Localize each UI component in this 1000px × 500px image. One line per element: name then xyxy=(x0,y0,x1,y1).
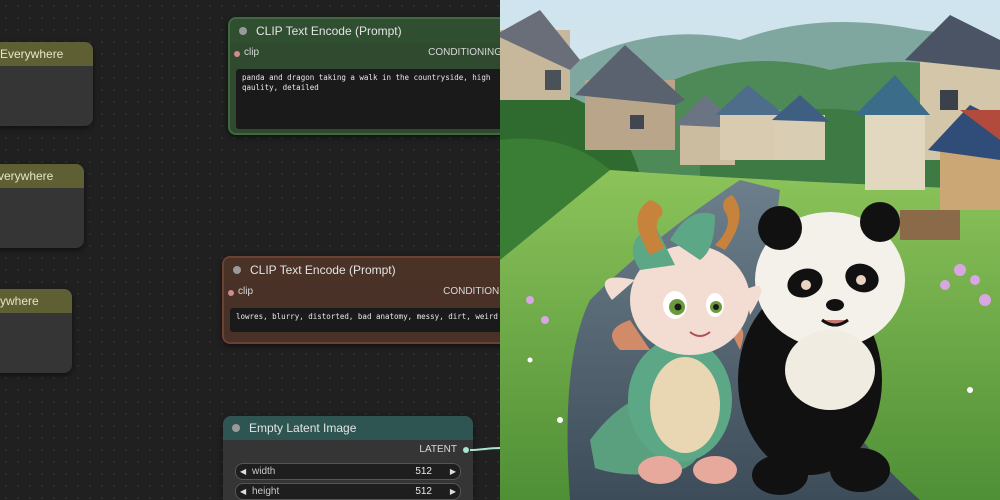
node-title: verywhere xyxy=(0,164,84,188)
node-title: Empty Latent Image xyxy=(249,421,357,435)
prompt-textarea[interactable]: panda and dragon taking a walk in the co… xyxy=(236,69,500,129)
conditioning-output-slot[interactable]: CONDITIONING xyxy=(428,47,500,58)
decrement-arrow-icon[interactable]: ◀ xyxy=(240,464,246,479)
node-title-bar[interactable]: CLIP Text Encode (Prompt) xyxy=(224,258,500,282)
node-graph-canvas[interactable]: Everywhere verywhere ywhere CLIP Text En… xyxy=(0,0,500,500)
widget-value[interactable]: 512 xyxy=(415,464,432,479)
latent-output-dot[interactable] xyxy=(463,447,469,453)
slot-row: LATENT xyxy=(223,440,473,460)
clip-input-slot[interactable]: clip xyxy=(227,286,253,297)
increment-arrow-icon[interactable]: ▶ xyxy=(450,484,456,499)
widget-value[interactable]: 512 xyxy=(415,484,432,499)
conditioning-output-slot[interactable]: CONDITIONI xyxy=(443,286,500,297)
clip-text-encode-positive-node[interactable]: CLIP Text Encode (Prompt) clip CONDITION… xyxy=(228,17,500,135)
node-title: CLIP Text Encode (Prompt) xyxy=(250,263,396,277)
collapse-dot-icon[interactable] xyxy=(232,424,240,432)
height-widget[interactable]: ◀ height 512 ▶ xyxy=(235,483,461,500)
latent-output-slot[interactable]: LATENT xyxy=(419,444,457,455)
collapse-dot-icon[interactable] xyxy=(233,266,241,274)
anything-everywhere-node-1[interactable]: Everywhere xyxy=(0,42,93,126)
prompt-textarea[interactable]: lowres, blurry, distorted, bad anatomy, … xyxy=(230,308,500,332)
node-title: CLIP Text Encode (Prompt) xyxy=(256,24,402,38)
node-title: Everywhere xyxy=(0,42,93,66)
slot-row: clip CONDITIONI xyxy=(224,282,500,302)
clip-input-slot[interactable]: clip xyxy=(233,47,259,58)
node-title-bar[interactable]: CLIP Text Encode (Prompt) xyxy=(230,19,500,43)
generated-image-preview xyxy=(500,0,1000,500)
widget-name: width xyxy=(252,466,276,477)
slot-row: clip CONDITIONING xyxy=(230,43,500,63)
decrement-arrow-icon[interactable]: ◀ xyxy=(240,484,246,499)
anything-everywhere-node-3[interactable]: ywhere xyxy=(0,289,72,373)
node-title: ywhere xyxy=(0,289,72,313)
clip-text-encode-negative-node[interactable]: CLIP Text Encode (Prompt) clip CONDITION… xyxy=(222,256,500,344)
latent-link-wire[interactable] xyxy=(470,440,500,460)
panda-dragon-illustration xyxy=(500,0,1000,500)
collapse-dot-icon[interactable] xyxy=(239,27,247,35)
widget-name: height xyxy=(252,486,280,497)
anything-everywhere-node-2[interactable]: verywhere xyxy=(0,164,84,248)
node-title-bar[interactable]: Empty Latent Image xyxy=(223,416,473,440)
empty-latent-image-node[interactable]: Empty Latent Image LATENT ◀ width 512 ▶ … xyxy=(223,416,473,500)
increment-arrow-icon[interactable]: ▶ xyxy=(450,464,456,479)
width-widget[interactable]: ◀ width 512 ▶ xyxy=(235,463,461,480)
